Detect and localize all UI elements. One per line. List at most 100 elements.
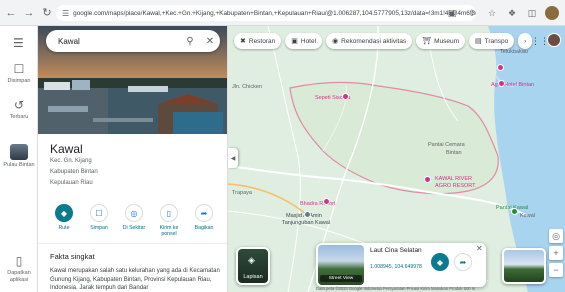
street-view-preview[interactable] bbox=[502, 248, 546, 284]
location-coordinates[interactable]: 1.008945, 104.649978 bbox=[370, 264, 422, 270]
nearby-button[interactable]: ◎ Di Sekitar bbox=[118, 204, 150, 237]
action-label: Bagikan bbox=[194, 225, 214, 231]
reload-icon[interactable]: ↻ bbox=[40, 5, 54, 21]
zoom-out-button[interactable]: − bbox=[549, 263, 563, 277]
rail-item-label: Pulau Bintan bbox=[3, 162, 35, 168]
place-address-line: Kepulauan Riau bbox=[50, 180, 93, 186]
send-to-phone-icon: ▯ bbox=[160, 204, 178, 222]
map-label: Telukbakau bbox=[500, 49, 528, 55]
sidebar-icon[interactable]: ◫ bbox=[525, 5, 539, 21]
left-rail: ☰ ☐ Disimpan ↺ Terbaru Pulau Bintan ▯ Da… bbox=[0, 26, 38, 292]
share-icon: ➦ bbox=[195, 204, 213, 222]
street-view-thumbnail[interactable]: Street View bbox=[318, 245, 364, 285]
poi-label[interactable]: Tanjunguban Kawal bbox=[282, 220, 330, 226]
share-page-icon[interactable]: ⇧ bbox=[465, 5, 479, 21]
rail-item-label: Disimpan bbox=[7, 78, 31, 84]
chip-restaurants[interactable]: ✖ Restoran bbox=[234, 33, 282, 49]
send-to-phone-button[interactable]: ▯ Kirim ke ponsel bbox=[153, 204, 185, 237]
map-label: Pantai Cemara bbox=[428, 142, 465, 148]
close-icon[interactable]: ✕ bbox=[200, 36, 220, 47]
layers-icon: ◈ bbox=[248, 255, 255, 265]
zoom-in-button[interactable]: + bbox=[549, 246, 563, 260]
bookmark-icon: ☐ bbox=[90, 204, 108, 222]
rail-item-recent-place[interactable]: Pulau Bintan bbox=[0, 144, 38, 169]
divider bbox=[38, 243, 227, 244]
map-label: Jln. Chicken bbox=[232, 84, 262, 90]
history-icon: ↺ bbox=[13, 98, 25, 112]
directions-button[interactable]: ◆ Rute bbox=[48, 204, 80, 237]
collapse-panel-button[interactable]: ◀ bbox=[228, 148, 238, 168]
bookmark-star-icon[interactable]: ☆ bbox=[485, 5, 499, 21]
site-info-icon[interactable]: ☰ bbox=[62, 9, 69, 18]
mosque-pin-icon[interactable] bbox=[304, 211, 311, 218]
rail-item-get-app[interactable]: ▯ Dapatkan aplikasi bbox=[0, 254, 38, 283]
rail-item-label: Terbaru bbox=[9, 114, 29, 120]
forward-arrow-icon[interactable]: → bbox=[22, 5, 36, 21]
layers-label: Lapisan bbox=[243, 274, 263, 280]
rail-item-saved[interactable]: ☐ Disimpan bbox=[0, 62, 38, 85]
search-icon[interactable]: ⚲ bbox=[180, 36, 200, 47]
hotel-pin-icon[interactable] bbox=[342, 93, 349, 100]
resort-pin-icon[interactable] bbox=[323, 198, 330, 205]
place-title: Kawal bbox=[50, 142, 83, 156]
screenshot-icon[interactable]: ▣ bbox=[445, 5, 459, 21]
action-label: Rute bbox=[58, 225, 70, 231]
hotel-pin-icon[interactable] bbox=[497, 64, 504, 71]
user-avatar[interactable] bbox=[547, 33, 561, 47]
rail-item-label: Dapatkan aplikasi bbox=[7, 270, 31, 283]
map-attribution: Data peta ©2023 Google Indonesia Persyar… bbox=[316, 286, 476, 291]
chevron-right-icon: › bbox=[524, 37, 527, 45]
url-text: google.com/maps/place/Kawal,+Kec.+Gn.+Ki… bbox=[73, 9, 476, 17]
place-panel: Kawal ⚲ ✕ Kawal Kec. Gn. Kijang Kabupate… bbox=[38, 26, 228, 292]
place-address-line: Kabupaten Bintan bbox=[50, 169, 98, 175]
chip-transit[interactable]: ▤ Transpo bbox=[469, 33, 515, 49]
poi-label[interactable]: AGRO RESORT bbox=[435, 183, 476, 189]
directions-icon[interactable]: ◆ bbox=[431, 253, 449, 271]
extensions-icon[interactable]: ❖ bbox=[505, 5, 519, 21]
browser-toolbar: ← → ↻ ☰ google.com/maps/place/Kawal,+Kec… bbox=[0, 0, 565, 26]
museum-icon: ⛩ bbox=[422, 38, 432, 45]
chip-label: Museum bbox=[434, 37, 460, 45]
chip-things-to-do[interactable]: ◉ Rekomendasi aktivitas bbox=[326, 33, 413, 49]
close-icon[interactable]: ✕ bbox=[476, 244, 483, 253]
restaurant-icon: ✖ bbox=[240, 38, 246, 45]
action-label: Kirim ke ponsel bbox=[159, 225, 179, 237]
save-button[interactable]: ☐ Simpan bbox=[83, 204, 115, 237]
menu-icon[interactable]: ☰ bbox=[13, 36, 24, 50]
chip-label: Transpo bbox=[484, 37, 509, 45]
category-chips: ✖ Restoran ▣ Hotel ◉ Rekomendasi aktivit… bbox=[234, 33, 533, 49]
chip-label: Hotel bbox=[300, 37, 317, 45]
resort-pin-icon[interactable] bbox=[424, 176, 431, 183]
place-actions: ◆ Rute ☐ Simpan ◎ Di Sekitar ▯ Kirim ke … bbox=[48, 204, 220, 237]
poi-label[interactable]: Bhadra Resort bbox=[300, 201, 335, 207]
hotel-pin-icon[interactable] bbox=[498, 80, 505, 87]
nearby-icon: ◎ bbox=[125, 204, 143, 222]
poi-label[interactable]: KAWAL RIVER bbox=[435, 176, 472, 182]
facts-body: Kawal merupakan salah satu kelurahan yan… bbox=[50, 268, 220, 291]
layers-button[interactable]: ◈ Lapisan bbox=[236, 247, 270, 285]
share-icon[interactable]: ➦ bbox=[454, 253, 472, 271]
chip-label: Restoran bbox=[248, 37, 276, 45]
share-button[interactable]: ➦ Bagikan bbox=[188, 204, 220, 237]
profile-avatar[interactable] bbox=[545, 6, 559, 20]
search-input[interactable]: Kawal bbox=[58, 37, 180, 46]
recent-place-thumbnail bbox=[10, 144, 28, 160]
search-box[interactable]: Kawal ⚲ ✕ bbox=[46, 30, 220, 52]
chip-museums[interactable]: ⛩ Museum bbox=[416, 33, 466, 49]
facts-title: Fakta singkat bbox=[50, 252, 95, 261]
directions-icon: ◆ bbox=[55, 204, 73, 222]
my-location-icon[interactable]: ◎ bbox=[549, 229, 563, 243]
transit-icon: ▤ bbox=[475, 38, 482, 45]
park-pin-icon[interactable] bbox=[511, 208, 518, 215]
map-label: Trapaya bbox=[232, 190, 252, 196]
address-bar[interactable]: ☰ google.com/maps/place/Kawal,+Kec.+Gn.+… bbox=[56, 5, 476, 21]
rail-item-recent[interactable]: ↺ Terbaru bbox=[0, 98, 38, 121]
hotel-icon: ▣ bbox=[291, 38, 298, 45]
street-view-label: Street View bbox=[320, 275, 362, 282]
action-label: Simpan bbox=[90, 225, 108, 231]
phone-icon: ▯ bbox=[15, 254, 23, 268]
back-arrow-icon[interactable]: ← bbox=[4, 5, 18, 21]
place-address-line: Kec. Gn. Kijang bbox=[50, 158, 92, 164]
chip-hotels[interactable]: ▣ Hotel bbox=[285, 33, 323, 49]
camera-icon: ◉ bbox=[332, 38, 339, 45]
